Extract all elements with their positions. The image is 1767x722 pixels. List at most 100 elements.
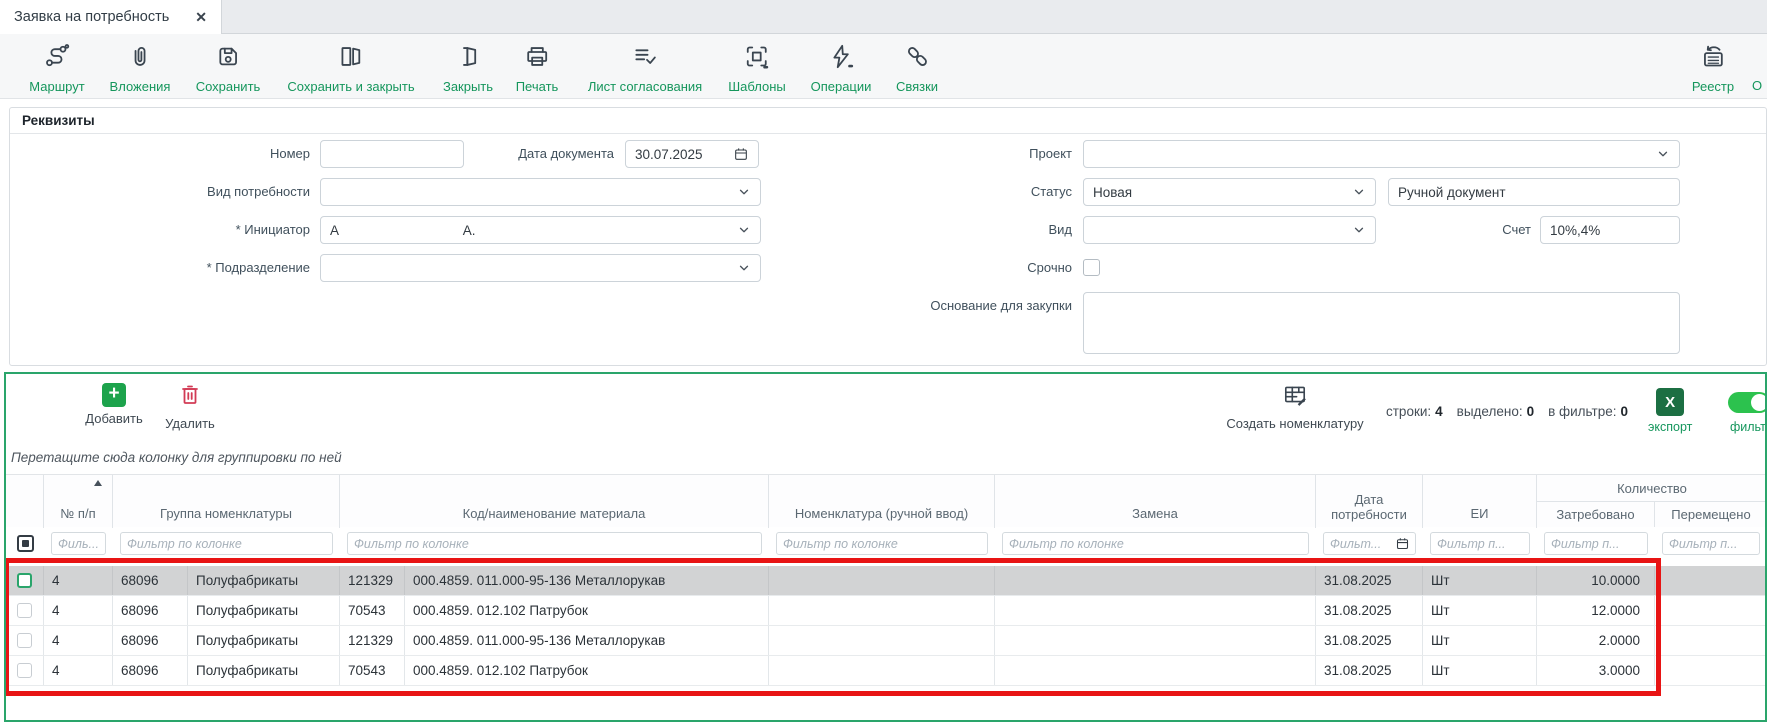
clipped-toolbar-button[interactable]: О <box>1752 78 1762 93</box>
filter-input-num[interactable] <box>51 532 106 555</box>
table-row[interactable]: 4 68096 Полуфабрикаты 70543 000.4859. 01… <box>6 656 1767 686</box>
filter-toggle-label: фильтр <box>1730 420 1767 434</box>
quantity-group-label: Количество <box>1537 475 1767 502</box>
filter-row <box>6 527 1767 560</box>
table-row[interactable]: 4 68096 Полуфабрикаты 121329 000.4859. 0… <box>6 626 1767 656</box>
kind-select[interactable] <box>1083 216 1376 244</box>
cell-num: 4 <box>44 566 113 595</box>
toolbar-label: Лист согласования <box>588 79 702 94</box>
filter-toggle[interactable] <box>1728 392 1767 413</box>
positions-grid-panel: + Добавить Удалить Создать номенклатуру … <box>4 372 1767 722</box>
toolbar-label: Печать <box>516 79 559 94</box>
save-button[interactable]: Сохранить <box>196 43 261 94</box>
column-header-num[interactable]: № п/п <box>44 475 113 528</box>
status-label: Статус <box>772 178 1072 206</box>
column-header-material[interactable]: Код/наименование материала <box>340 475 769 528</box>
create-nomenclature-button[interactable]: Создать номенклатуру <box>1211 382 1379 431</box>
purchase-reason-textarea[interactable] <box>1083 292 1680 354</box>
export-excel-button[interactable]: X экспорт <box>1648 388 1692 434</box>
add-row-button[interactable]: + Добавить <box>78 383 150 426</box>
select-all-checkbox[interactable] <box>17 535 34 552</box>
row-checkbox[interactable] <box>17 573 32 588</box>
calendar-icon[interactable] <box>1395 536 1410 551</box>
account-label: Счет <box>1383 216 1531 244</box>
cell-moved <box>1655 596 1767 625</box>
cell-unit: Шт <box>1423 626 1537 655</box>
registry-button[interactable]: Реестр <box>1692 43 1734 94</box>
table-row[interactable]: 4 68096 Полуфабрикаты 70543 000.4859. 01… <box>6 596 1767 626</box>
row-checkbox[interactable] <box>17 633 32 648</box>
project-label: Проект <box>772 140 1072 168</box>
tab-request[interactable]: Заявка на потребность ✕ <box>0 0 222 34</box>
purchase-reason-label: Основание для закупки <box>772 292 1072 320</box>
filter-input-manual[interactable] <box>776 532 988 555</box>
attachments-button[interactable]: Вложения <box>110 43 171 94</box>
number-label: Номер <box>10 140 310 168</box>
lightning-icon <box>828 43 855 75</box>
close-button[interactable]: Закрыть <box>443 43 493 94</box>
cell-group-name: Полуфабрикаты <box>188 626 340 655</box>
filter-input-requested[interactable] <box>1544 532 1648 555</box>
toolbar-label: О <box>1752 78 1762 93</box>
chevron-down-icon <box>737 223 751 237</box>
column-header-group[interactable]: Группа номенклатуры <box>113 475 340 528</box>
checklist-icon <box>631 43 658 75</box>
column-header-moved[interactable]: Перемещено <box>1655 502 1767 527</box>
cell-group-name: Полуфабрикаты <box>188 566 340 595</box>
select-all-cell[interactable] <box>6 527 44 560</box>
save-and-close-button[interactable]: Сохранить и закрыть <box>287 43 414 94</box>
filter-input-group[interactable] <box>120 532 333 555</box>
panel-title: Реквизиты <box>10 108 1766 134</box>
initiator-select[interactable]: А А. <box>320 216 761 244</box>
print-button[interactable]: Печать <box>516 43 559 94</box>
table-row[interactable]: 4 68096 Полуфабрикаты 121329 000.4859. 0… <box>6 566 1767 596</box>
chain-icon <box>903 43 930 75</box>
cell-date: 31.08.2025 <box>1316 656 1423 685</box>
filter-input-moved[interactable] <box>1662 532 1760 555</box>
account-input[interactable]: 10%,4% <box>1540 216 1680 244</box>
cell-group-code: 68096 <box>113 596 188 625</box>
project-select[interactable] <box>1083 140 1680 168</box>
toolbar-label: Маршрут <box>29 79 84 94</box>
filter-input-material[interactable] <box>347 532 762 555</box>
tab-close-icon[interactable]: ✕ <box>195 9 207 26</box>
cell-group-name: Полуфабрикаты <box>188 596 340 625</box>
route-button[interactable]: Маршрут <box>29 43 84 94</box>
group-drop-zone[interactable]: Перетащите сюда колонку для группировки … <box>11 450 342 465</box>
table-edit-icon <box>1282 382 1308 413</box>
filter-input-unit[interactable] <box>1430 532 1530 555</box>
templates-button[interactable]: Шаблоны <box>728 43 786 94</box>
column-header-manual[interactable]: Номенклатура (ручной ввод) <box>769 475 995 528</box>
toolbar-label: Реестр <box>1692 79 1734 94</box>
column-header-replace[interactable]: Замена <box>995 475 1316 528</box>
column-header-unit[interactable]: ЕИ <box>1423 475 1537 528</box>
chevron-down-icon <box>1352 223 1366 237</box>
toolbar-label: Шаблоны <box>728 79 786 94</box>
initiator-label: * Инициатор <box>10 216 310 244</box>
calendar-icon[interactable] <box>733 146 749 162</box>
delete-row-button[interactable]: Удалить <box>158 383 222 431</box>
urgent-checkbox[interactable] <box>1083 259 1100 276</box>
cell-requested: 2.0000 <box>1537 626 1655 655</box>
department-select[interactable] <box>320 254 761 282</box>
cell-replace <box>995 656 1316 685</box>
cell-material-name: 000.4859. 011.000-95-136 Металлорукав <box>405 566 769 595</box>
approval-sheet-button[interactable]: Лист согласования <box>588 43 702 94</box>
doc-date-input[interactable]: 30.07.2025 <box>625 140 759 168</box>
column-header-date[interactable]: Дата потребности <box>1316 475 1423 528</box>
need-type-select[interactable] <box>320 178 761 206</box>
filter-input-replace[interactable] <box>1002 532 1309 555</box>
operations-button[interactable]: Операции <box>811 43 872 94</box>
column-header-requested[interactable]: Затребовано <box>1537 502 1655 527</box>
cell-group-name: Полуфабрикаты <box>188 656 340 685</box>
row-checkbox[interactable] <box>17 663 32 678</box>
cell-date: 31.08.2025 <box>1316 626 1423 655</box>
route-icon <box>44 43 71 75</box>
status-select[interactable]: Новая <box>1083 178 1376 206</box>
cell-replace <box>995 596 1316 625</box>
cell-group-code: 68096 <box>113 626 188 655</box>
cell-replace <box>995 626 1316 655</box>
doc-kind-box[interactable]: Ручной документ <box>1388 178 1680 206</box>
row-checkbox[interactable] <box>17 603 32 618</box>
links-button[interactable]: Связки <box>896 43 938 94</box>
